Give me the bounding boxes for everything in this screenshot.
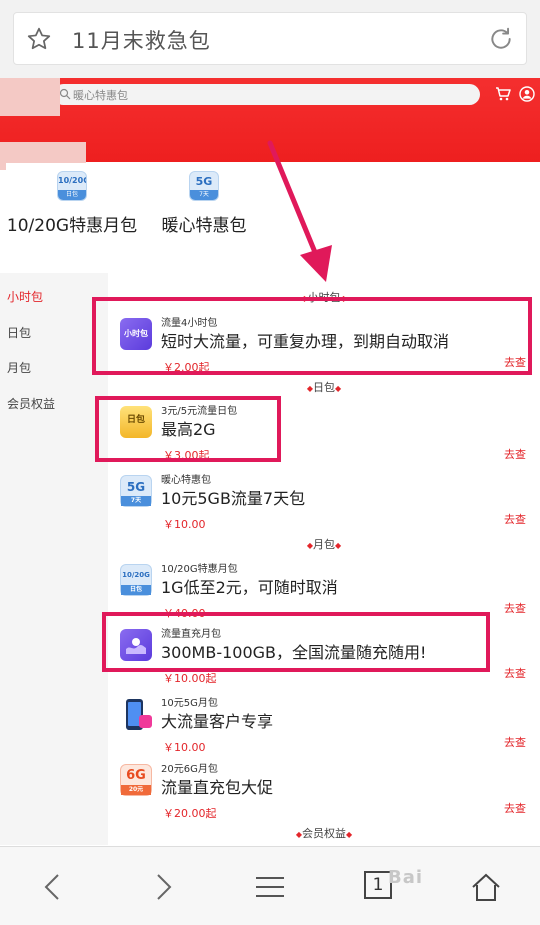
section-title: 会员权益 — [302, 827, 346, 840]
reload-icon[interactable] — [488, 26, 514, 52]
product-name: 10元5G月包 — [161, 698, 218, 709]
icon-subtext: 7天 — [190, 190, 218, 200]
product-name: 3元/5元流量日包 — [161, 406, 238, 417]
product-price: ￥3.00起 — [163, 449, 210, 462]
product-price: ￥2.00起 — [163, 361, 210, 374]
product-desc: 10元5GB流量7天包 — [161, 489, 306, 508]
icon-subtext: 日包 — [121, 585, 151, 595]
content-area: 小时包 日包 月包 会员权益 ◆小时包◆ ◆日包◆ ◆月包◆ ◆会员权益◆ 小时… — [0, 273, 540, 845]
direct-charge-icon — [120, 629, 152, 661]
star-icon[interactable] — [26, 26, 52, 52]
5g-pack-icon: 5G 7天 — [189, 171, 219, 201]
sidebar: 小时包 日包 月包 会员权益 — [0, 273, 108, 845]
back-icon[interactable] — [36, 869, 72, 905]
product-price: ￥10.00 — [163, 741, 206, 754]
product-name: 流量直充月包 — [161, 629, 221, 640]
sidebar-item-hour[interactable]: 小时包 — [7, 288, 43, 305]
product-price: ￥10.00起 — [163, 672, 217, 685]
6g-20yuan-icon: 6G 20元 — [120, 764, 152, 796]
view-button[interactable]: 去查 — [504, 600, 526, 616]
view-button[interactable]: 去查 — [504, 800, 526, 816]
category-label: 暖心特惠包 — [161, 216, 247, 236]
product-item-6g[interactable]: 6G 20元 20元6G月包 流量直充包大促 ￥20.00起 去查 — [108, 760, 540, 828]
10-20g-pack-icon: 10/20G 日包 — [57, 171, 87, 201]
watermark-text: Bai — [388, 867, 424, 888]
product-name: 10/20G特惠月包 — [161, 564, 238, 575]
icon-subtext: 7天 — [121, 496, 151, 506]
phone-5g-icon — [120, 698, 152, 730]
product-price: ￥20.00起 — [163, 807, 217, 820]
product-desc: 300MB-100GB，全国流量随充随用! — [161, 643, 427, 662]
hour-pack-icon: 小时包 — [120, 318, 152, 350]
product-price: ￥40.00 — [163, 607, 206, 620]
icon-text: 5G — [126, 480, 146, 494]
wave-icon — [126, 638, 146, 654]
screen: 11月末救急包 暖心特惠包 10/20G 日包 10/20G特惠月包 5G 7天… — [0, 0, 540, 925]
section-title: 日包 — [313, 381, 335, 394]
product-name: 流量4小时包 — [161, 318, 218, 329]
category-panel: 10/20G 日包 10/20G特惠月包 5G 7天 暖心特惠包 — [6, 163, 534, 273]
icon-text: 日包 — [126, 415, 145, 425]
section-title: 月包 — [313, 538, 335, 551]
product-item-day[interactable]: 日包 3元/5元流量日包 最高2G ￥3.00起 去查 — [108, 402, 540, 470]
category-label: 10/20G特惠月包 — [6, 216, 138, 236]
product-item-5g-month[interactable]: 10元5G月包 大流量客户专享 ￥10.00 去查 — [108, 694, 540, 762]
product-price: ￥10.00 — [163, 518, 206, 531]
browser-url-bar: 11月末救急包 — [0, 0, 540, 78]
icon-subtext: 日包 — [58, 190, 86, 200]
address-field[interactable]: 11月末救急包 — [13, 12, 527, 65]
day-pack-icon: 日包 — [120, 406, 152, 438]
view-button[interactable]: 去查 — [504, 511, 526, 527]
sidebar-item-month[interactable]: 月包 — [7, 359, 31, 376]
search-icon — [59, 88, 71, 100]
product-desc: 短时大流量，可重复办理，到期自动取消 — [161, 332, 450, 351]
browser-bottom-bar: 1 Bai — [0, 846, 540, 925]
5g-7day-icon: 5G 7天 — [120, 475, 152, 507]
product-item-warm[interactable]: 5G 7天 暖心特惠包 10元5GB流量7天包 ￥10.00 去查 — [108, 471, 540, 539]
sidebar-item-member[interactable]: 会员权益 — [7, 395, 55, 412]
product-item-hour[interactable]: 小时包 流量4小时包 短时大流量，可重复办理，到期自动取消 ￥2.00起 去查 — [108, 314, 540, 382]
product-list: ◆小时包◆ ◆日包◆ ◆月包◆ ◆会员权益◆ 小时包 流量4小时包 短时大流量，… — [108, 273, 540, 845]
category-10-20g-month[interactable]: 10/20G 日包 10/20G特惠月包 — [6, 171, 138, 240]
category-warm-offer[interactable]: 5G 7天 暖心特惠包 — [142, 171, 266, 240]
product-name: 暖心特惠包 — [161, 475, 211, 486]
10-20g-month-icon: 10/20G 日包 — [120, 564, 152, 596]
icon-text: 6G — [126, 768, 146, 783]
icon-subtext: 20元 — [121, 785, 151, 795]
search-placeholder: 暖心特惠包 — [73, 89, 128, 102]
product-desc: 1G低至2元，可随时取消 — [161, 578, 338, 597]
search-input[interactable]: 暖心特惠包 — [53, 84, 480, 105]
cart-icon[interactable] — [495, 86, 511, 102]
product-desc: 最高2G — [161, 420, 216, 439]
forward-icon[interactable] — [144, 869, 180, 905]
icon-text: 10/20G — [58, 176, 87, 185]
url-text: 11月末救急包 — [72, 29, 211, 53]
icon-text: 小时包 — [124, 329, 148, 338]
view-button[interactable]: 去查 — [504, 665, 526, 681]
section-header-hour: ◆小时包◆ — [301, 291, 347, 304]
icon-text: 5G — [195, 175, 213, 188]
product-desc: 大流量客户专享 — [161, 712, 274, 731]
view-button[interactable]: 去查 — [504, 734, 526, 750]
product-item-10-20g[interactable]: 10/20G 日包 10/20G特惠月包 1G低至2元，可随时取消 ￥40.00… — [108, 560, 540, 628]
home-icon[interactable] — [468, 869, 504, 905]
menu-icon[interactable] — [252, 869, 288, 905]
product-item-direct[interactable]: 流量直充月包 300MB-100GB，全国流量随充随用! ￥10.00起 去查 — [108, 625, 540, 693]
icon-text: 10/20G — [122, 571, 150, 579]
product-name: 20元6G月包 — [161, 764, 218, 775]
section-title: 小时包 — [307, 291, 341, 304]
view-button[interactable]: 去查 — [504, 446, 526, 462]
sidebar-item-day[interactable]: 日包 — [7, 324, 31, 341]
product-desc: 流量直充包大促 — [161, 778, 274, 797]
user-icon[interactable] — [519, 86, 535, 102]
phone-icon — [126, 699, 152, 730]
blurred-region — [0, 78, 60, 116]
view-button[interactable]: 去查 — [504, 354, 526, 370]
